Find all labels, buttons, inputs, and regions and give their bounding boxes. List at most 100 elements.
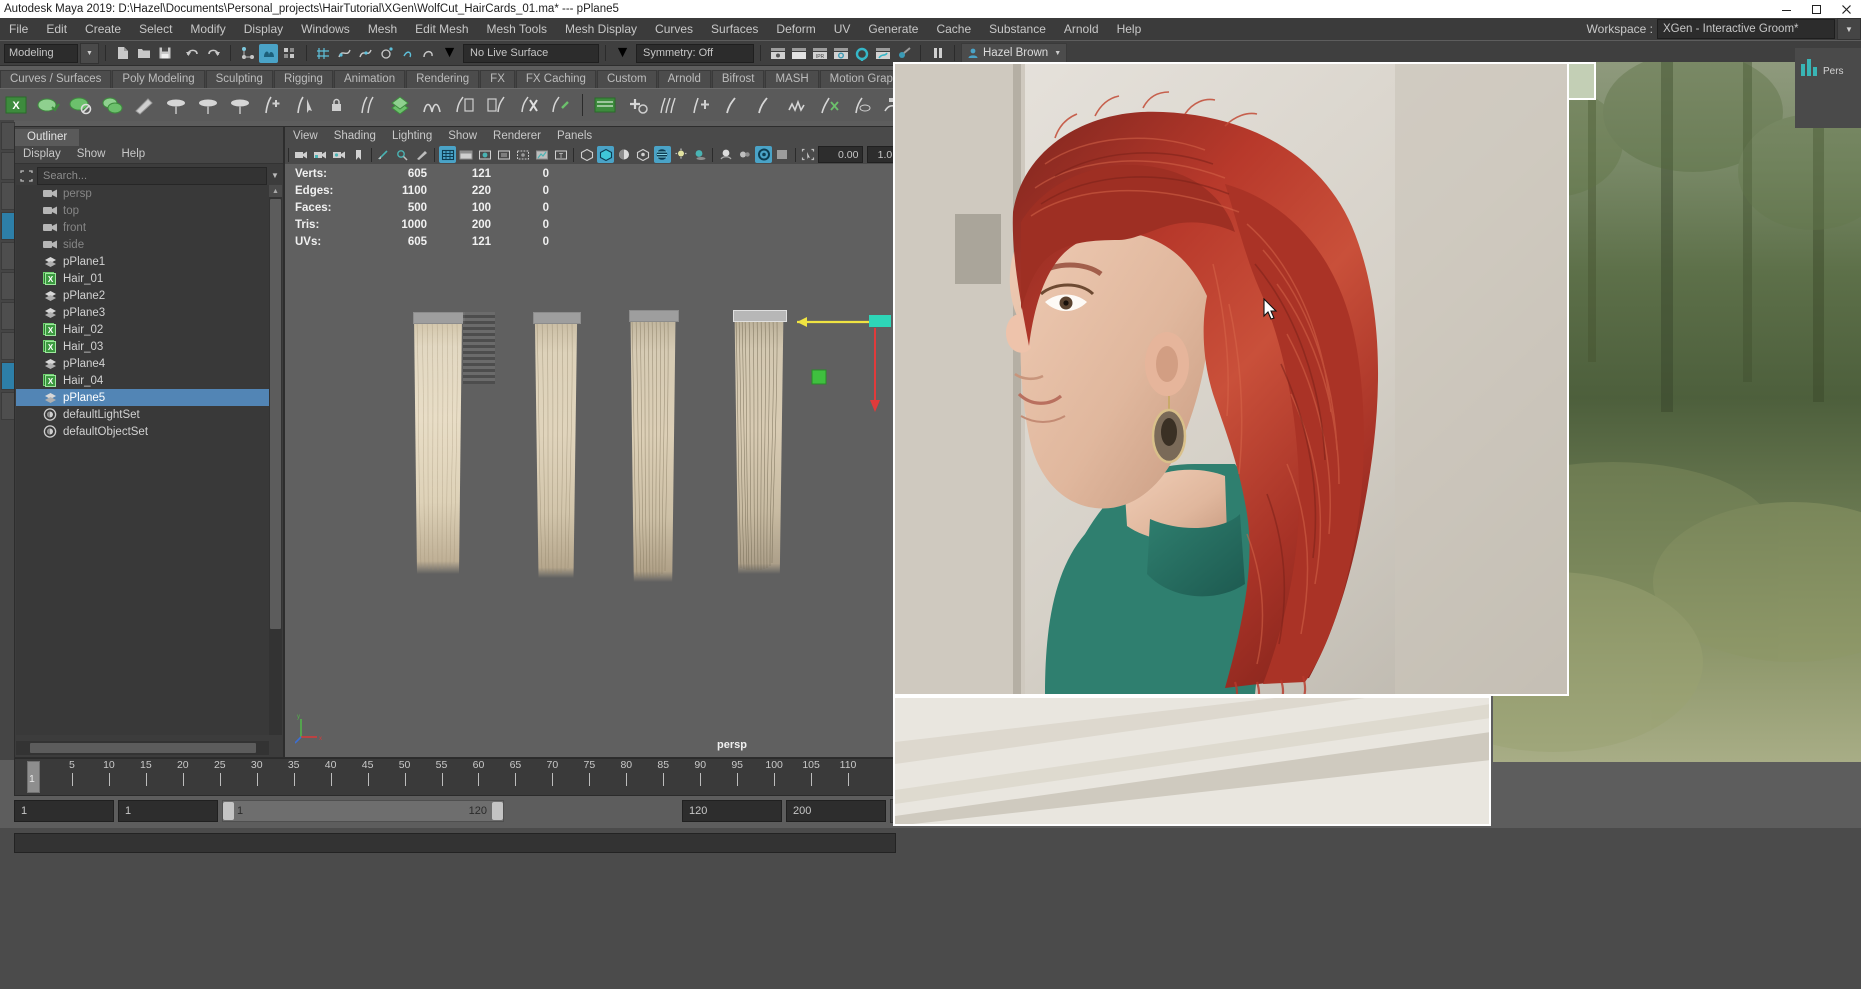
menu-mesh-tools[interactable]: Mesh Tools: [478, 18, 556, 40]
smooth-shaded-icon[interactable]: [597, 146, 614, 163]
outliner-menu-show[interactable]: Show: [69, 148, 114, 160]
outliner-item-pplane5[interactable]: pPlane5: [16, 389, 269, 406]
save-scene-icon[interactable]: [155, 44, 174, 63]
shelf-tab-animation[interactable]: Animation: [333, 70, 406, 88]
symmetry-chevron-down-icon[interactable]: ▼: [613, 44, 632, 63]
color-management-icon[interactable]: [774, 146, 791, 163]
hair-card-1[interactable]: [414, 316, 462, 574]
outliner-horizontal-scrollbar[interactable]: [16, 741, 269, 755]
shelf-tab-poly-modeling[interactable]: Poly Modeling: [112, 70, 205, 88]
select-by-hierarchy-icon[interactable]: [238, 44, 257, 63]
user-account-chip[interactable]: Hazel Brown ▼: [961, 42, 1068, 64]
outliner-item-front[interactable]: front: [16, 219, 269, 236]
xgen-ig-comb-icon[interactable]: [750, 91, 780, 119]
viewport-menu-view[interactable]: View: [285, 130, 326, 142]
bookmark-icon[interactable]: [350, 146, 367, 163]
outliner-item-defaultlightset[interactable]: defaultLightSet: [16, 406, 269, 423]
xgen-ig-cut-icon[interactable]: [814, 91, 844, 119]
open-scene-icon[interactable]: [134, 44, 153, 63]
shelf-tab-sculpting[interactable]: Sculpting: [205, 70, 273, 88]
camera-bookmark-icon[interactable]: [331, 146, 348, 163]
shelf-tab-fx[interactable]: FX: [480, 70, 515, 88]
xgen-brush-density-icon[interactable]: [161, 91, 191, 119]
wireframe-icon[interactable]: [439, 146, 456, 163]
outliner-vertical-scrollbar[interactable]: ▲: [269, 185, 282, 735]
menu-deform[interactable]: Deform: [767, 18, 824, 40]
xgen-editor-icon[interactable]: X: [1, 91, 31, 119]
exposure-field[interactable]: 0.00: [817, 146, 864, 163]
viewport-menu-lighting[interactable]: Lighting: [384, 130, 440, 142]
light-editor-icon[interactable]: [894, 44, 913, 63]
range-slider-bar[interactable]: 1 120: [222, 800, 504, 822]
two-d-pan-zoom-icon[interactable]: [394, 146, 411, 163]
outliner-hscroll-thumb[interactable]: [30, 743, 256, 753]
xgen-delete-icon[interactable]: [513, 91, 543, 119]
outliner-search-input[interactable]: Search...: [37, 166, 267, 185]
viewport-menu-panels[interactable]: Panels: [549, 130, 600, 142]
xgen-export-icon[interactable]: [449, 91, 479, 119]
menu-arnold[interactable]: Arnold: [1055, 18, 1108, 40]
xray-joints-icon[interactable]: [616, 146, 633, 163]
smooth-shade-all-icon[interactable]: [458, 146, 475, 163]
hair-card-3[interactable]: [630, 314, 676, 582]
outliner-item-pplane2[interactable]: pPlane2: [16, 287, 269, 304]
xgen-import-icon[interactable]: [481, 91, 511, 119]
outliner-scroll-thumb[interactable]: [270, 199, 281, 629]
outliner-tab[interactable]: Outliner: [15, 128, 80, 146]
tool-snap-icon[interactable]: [1, 332, 15, 360]
menu-windows[interactable]: Windows: [292, 18, 359, 40]
range-min-field[interactable]: 1: [118, 800, 218, 822]
viewport-canvas[interactable]: Verts: 605 121 0 Edges: 1100 220 0 Faces: 500 100 0…: [285, 164, 897, 757]
menu-modify[interactable]: Modify: [181, 18, 234, 40]
menu-help[interactable]: Help: [1108, 18, 1151, 40]
texture-mode-icon[interactable]: [515, 146, 532, 163]
select-by-component-type-icon[interactable]: [280, 44, 299, 63]
grease-pencil-icon[interactable]: [413, 146, 430, 163]
xgen-convert-poly-icon[interactable]: [417, 91, 447, 119]
tool-lasso-icon[interactable]: [1, 152, 15, 180]
menu-surfaces[interactable]: Surfaces: [702, 18, 767, 40]
menu-edit-mesh[interactable]: Edit Mesh: [406, 18, 477, 40]
snap-to-grid-icon[interactable]: [314, 44, 333, 63]
menu-create[interactable]: Create: [76, 18, 130, 40]
xgen-modifier-icon[interactable]: [353, 91, 383, 119]
shelf-tab-custom[interactable]: Custom: [596, 70, 657, 88]
new-scene-icon[interactable]: [113, 44, 132, 63]
xgen-guide-select-icon[interactable]: [289, 91, 319, 119]
shelf-tab-mash[interactable]: MASH: [765, 70, 819, 88]
select-by-object-type-icon[interactable]: [259, 43, 278, 63]
xgen-ig-clump-icon[interactable]: [846, 91, 876, 119]
menu-uv[interactable]: UV: [825, 18, 860, 40]
outliner-item-pplane4[interactable]: pPlane4: [16, 355, 269, 372]
hypershade-icon[interactable]: [852, 44, 871, 63]
xgen-brush-length-icon[interactable]: [193, 91, 223, 119]
playback-end-field[interactable]: 120: [682, 800, 782, 822]
shelf-tab-rendering[interactable]: Rendering: [406, 70, 480, 88]
xgen-collection-icon[interactable]: [385, 91, 415, 119]
menu-display[interactable]: Display: [235, 18, 292, 40]
tool-layout-icon[interactable]: [1, 362, 15, 390]
xgen-guide-lock-icon[interactable]: [321, 91, 351, 119]
menu-mesh-display[interactable]: Mesh Display: [556, 18, 646, 40]
outliner-item-hair_02[interactable]: X Hair_02: [16, 321, 269, 338]
use-all-lights-icon[interactable]: [534, 146, 551, 163]
user-chevron-down-icon[interactable]: ▼: [1054, 50, 1061, 57]
outliner-tree[interactable]: persp top front side pPlane1 X Hair_01 pPlane2 p…: [16, 185, 269, 735]
xgen-sculpt-icon[interactable]: [129, 91, 159, 119]
ipr-render-icon[interactable]: IPR: [810, 44, 829, 63]
viewport-menu-shading[interactable]: Shading: [326, 130, 384, 142]
xgen-brush-clump-icon[interactable]: [225, 91, 255, 119]
redo-icon[interactable]: [204, 44, 223, 63]
tool-move-icon[interactable]: [1, 212, 15, 240]
outliner-item-defaultobjectset[interactable]: defaultObjectSet: [16, 423, 269, 440]
undo-icon[interactable]: [183, 44, 202, 63]
viewport-menu-renderer[interactable]: Renderer: [485, 130, 549, 142]
xgen-ig-add-desc-icon[interactable]: [622, 91, 652, 119]
shadows-icon[interactable]: [692, 146, 709, 163]
minimize-button[interactable]: [1771, 0, 1801, 18]
menu-select[interactable]: Select: [130, 18, 181, 40]
render-view-icon[interactable]: [873, 44, 892, 63]
outliner-search-chevron-down-icon[interactable]: ▼: [267, 167, 283, 185]
xray-active-components-icon[interactable]: [635, 146, 652, 163]
menu-curves[interactable]: Curves: [646, 18, 702, 40]
